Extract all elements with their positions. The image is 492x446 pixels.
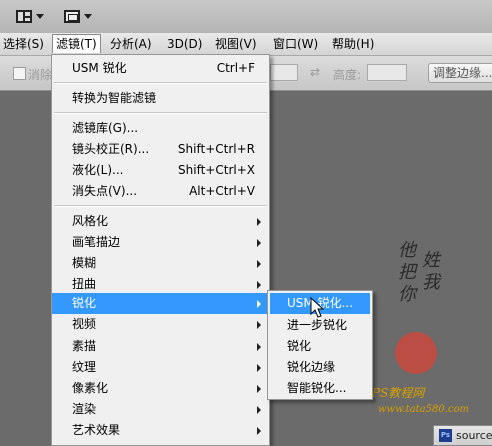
- submenu-item-smart-sharpen[interactable]: 智能锐化...: [268, 378, 372, 399]
- menu-item-convert-smart-filters[interactable]: 转换为智能滤镜: [52, 88, 269, 109]
- anti-alias-checkbox[interactable]: [13, 67, 26, 80]
- submenu-item-sharpen[interactable]: 锐化: [268, 336, 372, 357]
- height-label: 高度:: [333, 68, 362, 82]
- watermark-url: www.tata580.com: [378, 404, 470, 415]
- menu-item-sketch[interactable]: 素描: [52, 336, 269, 357]
- menu-item-label: 素描: [72, 339, 97, 353]
- menu-item-label: 镜头校正(R)...: [72, 142, 150, 156]
- menu-divider: [54, 82, 267, 84]
- watermark-site: PS教程网: [372, 386, 425, 400]
- menu-item-stylize[interactable]: 风格化: [52, 211, 269, 232]
- submenu-arrow-icon: [257, 260, 261, 268]
- menu-item-label: 模糊: [72, 256, 97, 270]
- photoshop-icon: Ps: [439, 429, 452, 442]
- filter-menu: USM 锐化 Ctrl+F 转换为智能滤镜 滤镜库(G)... 镜头校正(R).…: [51, 54, 270, 446]
- submenu-arrow-icon: [257, 385, 261, 393]
- refine-edge-button[interactable]: 调整边缘...: [428, 63, 492, 83]
- submenu-arrow-icon: [257, 239, 261, 247]
- mouse-pointer-icon: [310, 297, 325, 318]
- menu-item-label: 扭曲: [72, 277, 97, 291]
- menu-item-label: 画笔描边: [72, 235, 121, 249]
- menu-item-video[interactable]: 视频: [52, 314, 269, 335]
- menu-item-label: 转换为智能滤镜: [72, 91, 157, 105]
- menu-item-label: 风格化: [72, 214, 109, 228]
- menu-item-label: 视频: [72, 317, 97, 331]
- menu-view[interactable]: 视图(V): [212, 36, 260, 52]
- submenu-arrow-icon: [257, 300, 261, 308]
- menu-item-unsharp-mask-last[interactable]: USM 锐化 Ctrl+F: [52, 58, 269, 79]
- anti-alias-label: 消除: [28, 68, 53, 82]
- menu-bar: 选择(S) 滤镜(T) 分析(A) 3D(D) 视图(V) 窗口(W) 帮助(H…: [0, 33, 492, 56]
- menu-item-texture[interactable]: 纹理: [52, 357, 269, 378]
- arrange-documents-button[interactable]: [10, 6, 48, 26]
- submenu-item-sharpen-edges[interactable]: 锐化边缘: [268, 357, 372, 378]
- menu-help[interactable]: 帮助(H): [329, 36, 377, 52]
- swap-icon[interactable]: ⇄: [310, 65, 320, 79]
- arrange-grid-icon: [16, 9, 32, 23]
- menu-item-sharpen[interactable]: 锐化: [52, 293, 269, 314]
- menu-item-shortcut: Shift+Ctrl+X: [178, 163, 255, 177]
- menu-item-shortcut: Alt+Ctrl+V: [189, 184, 255, 198]
- menu-item-render[interactable]: 渲染: [52, 399, 269, 420]
- document-taskbar-tab[interactable]: Ps source: [433, 425, 492, 446]
- submenu-arrow-icon: [257, 364, 261, 372]
- menu-window[interactable]: 窗口(W): [270, 36, 321, 52]
- width-field[interactable]: [270, 64, 298, 81]
- menu-select[interactable]: 选择(S): [0, 36, 47, 52]
- seal-stamp: [395, 332, 437, 374]
- menu-divider: [54, 112, 267, 114]
- chevron-down-icon: [84, 13, 92, 19]
- application-bar: [0, 0, 492, 34]
- menu-item-brush-strokes[interactable]: 画笔描边: [52, 232, 269, 253]
- menu-item-shortcut: Ctrl+F: [216, 61, 255, 75]
- document-name: source: [456, 429, 492, 442]
- chevron-down-icon: [36, 13, 44, 19]
- menu-item-shortcut: Shift+Ctrl+R: [177, 142, 255, 156]
- menu-item-lens-correction[interactable]: 镜头校正(R)... Shift+Ctrl+R: [52, 139, 269, 160]
- menu-analysis[interactable]: 分析(A): [107, 36, 155, 52]
- menu-item-label: 艺术效果: [72, 423, 121, 437]
- menu-item-label: 渲染: [72, 402, 97, 416]
- menu-item-pixelate[interactable]: 像素化: [52, 378, 269, 399]
- submenu-arrow-icon: [257, 343, 261, 351]
- menu-item-label: USM 锐化: [72, 61, 127, 75]
- menu-item-artistic[interactable]: 艺术效果: [52, 420, 269, 441]
- menu-item-label: 纹理: [72, 360, 97, 374]
- menu-item-label: 液化(L)...: [72, 163, 124, 177]
- screen-mode-icon: [64, 9, 80, 23]
- watermark-calligraphy-right: 姓我: [422, 250, 440, 293]
- submenu-arrow-icon: [257, 427, 261, 435]
- menu-item-filter-gallery[interactable]: 滤镜库(G)...: [52, 118, 269, 139]
- watermark-calligraphy-left: 他把你: [398, 240, 416, 305]
- menu-item-liquify[interactable]: 液化(L)... Shift+Ctrl+X: [52, 160, 269, 181]
- menu-divider: [54, 205, 267, 207]
- screen-mode-button[interactable]: [58, 6, 96, 26]
- submenu-arrow-icon: [257, 406, 261, 414]
- submenu-arrow-icon: [257, 218, 261, 226]
- menu-3d[interactable]: 3D(D): [164, 36, 205, 52]
- menu-item-distort[interactable]: 扭曲: [52, 274, 269, 295]
- menu-item-vanishing-point[interactable]: 消失点(V)... Alt+Ctrl+V: [52, 181, 269, 202]
- submenu-arrow-icon: [257, 281, 261, 289]
- menu-item-label: 消失点(V)...: [72, 184, 138, 198]
- submenu-arrow-icon: [257, 321, 261, 329]
- menu-item-label: 滤镜库(G)...: [72, 121, 139, 135]
- menu-filter[interactable]: 滤镜(T): [52, 34, 101, 53]
- menu-item-blur[interactable]: 模糊: [52, 253, 269, 274]
- menu-item-label: 锐化: [72, 296, 97, 310]
- height-field[interactable]: [367, 64, 407, 81]
- menu-item-label: 像素化: [72, 381, 109, 395]
